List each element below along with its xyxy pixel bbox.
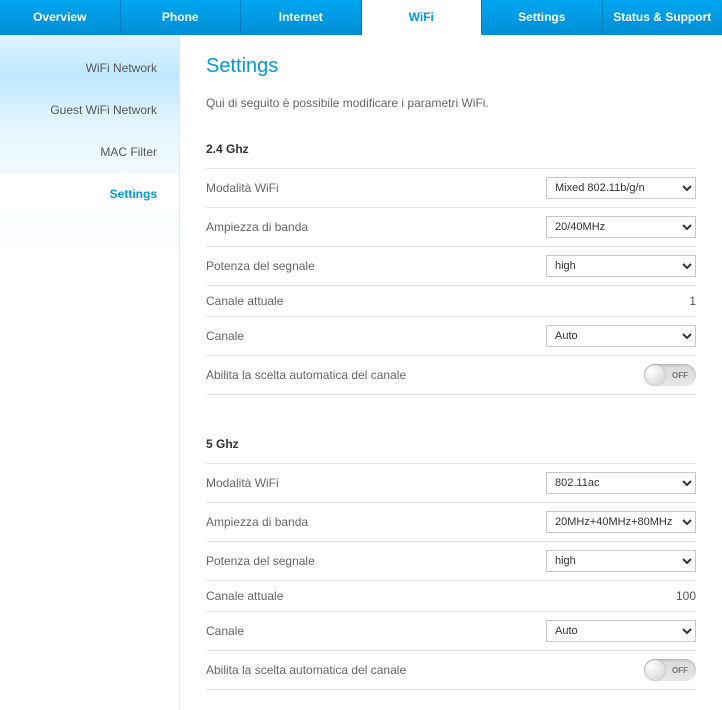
value-5-curchannel: 100 (656, 589, 696, 603)
select-5-channel[interactable]: Auto (546, 620, 696, 642)
toggle-24-autochan[interactable]: OFF (644, 364, 696, 386)
value-24-curchannel: 1 (656, 294, 696, 308)
label-24-curchannel: Canale attuale (206, 294, 283, 308)
toggle-knob (645, 660, 665, 680)
select-5-power[interactable]: high (546, 550, 696, 572)
sidebar-item-mac-filter[interactable]: MAC Filter (0, 131, 179, 173)
section-heading-24ghz: 2.4 Ghz (206, 136, 696, 169)
select-24-channel[interactable]: Auto (546, 325, 696, 347)
row-5-mode: Modalità WiFi 802.11ac (206, 464, 696, 503)
label-5-autochan: Abilita la scelta automatica del canale (206, 663, 406, 677)
select-5-mode[interactable]: 802.11ac (546, 472, 696, 494)
label-5-mode: Modalità WiFi (206, 476, 279, 490)
row-5-bandwidth: Ampiezza di banda 20MHz+40MHz+80MHz (206, 503, 696, 542)
tab-internet[interactable]: Internet (241, 0, 362, 35)
sidebar-item-wifi-network[interactable]: WiFi Network (0, 47, 179, 89)
content: Settings Qui di seguito è possibile modi… (180, 35, 722, 710)
label-24-autochan: Abilita la scelta automatica del canale (206, 368, 406, 382)
select-24-power[interactable]: high (546, 255, 696, 277)
tab-overview[interactable]: Overview (0, 0, 121, 35)
row-24-curchannel: Canale attuale 1 (206, 286, 696, 317)
toggle-state-label: OFF (672, 666, 688, 675)
page-description: Qui di seguito è possibile modificare i … (206, 96, 696, 110)
label-24-mode: Modalità WiFi (206, 181, 279, 195)
row-24-autochan: Abilita la scelta automatica del canale … (206, 356, 696, 395)
row-24-channel: Canale Auto (206, 317, 696, 356)
tab-status-support[interactable]: Status & Support (603, 0, 722, 35)
select-24-bandwidth[interactable]: 20/40MHz (546, 216, 696, 238)
label-24-channel: Canale (206, 329, 244, 343)
sidebar-item-guest-wifi[interactable]: Guest WiFi Network (0, 89, 179, 131)
label-5-power: Potenza del segnale (206, 554, 315, 568)
label-5-bandwidth: Ampiezza di banda (206, 515, 308, 529)
row-5-curchannel: Canale attuale 100 (206, 581, 696, 612)
select-5-bandwidth[interactable]: 20MHz+40MHz+80MHz (546, 511, 696, 533)
row-24-mode: Modalità WiFi Mixed 802.11b/g/n (206, 169, 696, 208)
label-24-power: Potenza del segnale (206, 259, 315, 273)
section-heading-5ghz: 5 Ghz (206, 431, 696, 464)
label-5-channel: Canale (206, 624, 244, 638)
toggle-state-label: OFF (672, 371, 688, 380)
sidebar-item-settings[interactable]: Settings (0, 173, 179, 215)
select-24-mode[interactable]: Mixed 802.11b/g/n (546, 177, 696, 199)
row-24-power: Potenza del segnale high (206, 247, 696, 286)
page-title: Settings (206, 55, 696, 78)
label-24-bandwidth: Ampiezza di banda (206, 220, 308, 234)
label-5-curchannel: Canale attuale (206, 589, 283, 603)
tab-settings[interactable]: Settings (482, 0, 603, 35)
tab-phone[interactable]: Phone (121, 0, 242, 35)
toggle-5-autochan[interactable]: OFF (644, 659, 696, 681)
top-nav: Overview Phone Internet WiFi Settings St… (0, 0, 722, 35)
tab-wifi[interactable]: WiFi (362, 0, 483, 35)
sidebar: WiFi Network Guest WiFi Network MAC Filt… (0, 35, 180, 710)
row-24-bandwidth: Ampiezza di banda 20/40MHz (206, 208, 696, 247)
row-5-power: Potenza del segnale high (206, 542, 696, 581)
toggle-knob (645, 365, 665, 385)
row-5-autochan: Abilita la scelta automatica del canale … (206, 651, 696, 690)
